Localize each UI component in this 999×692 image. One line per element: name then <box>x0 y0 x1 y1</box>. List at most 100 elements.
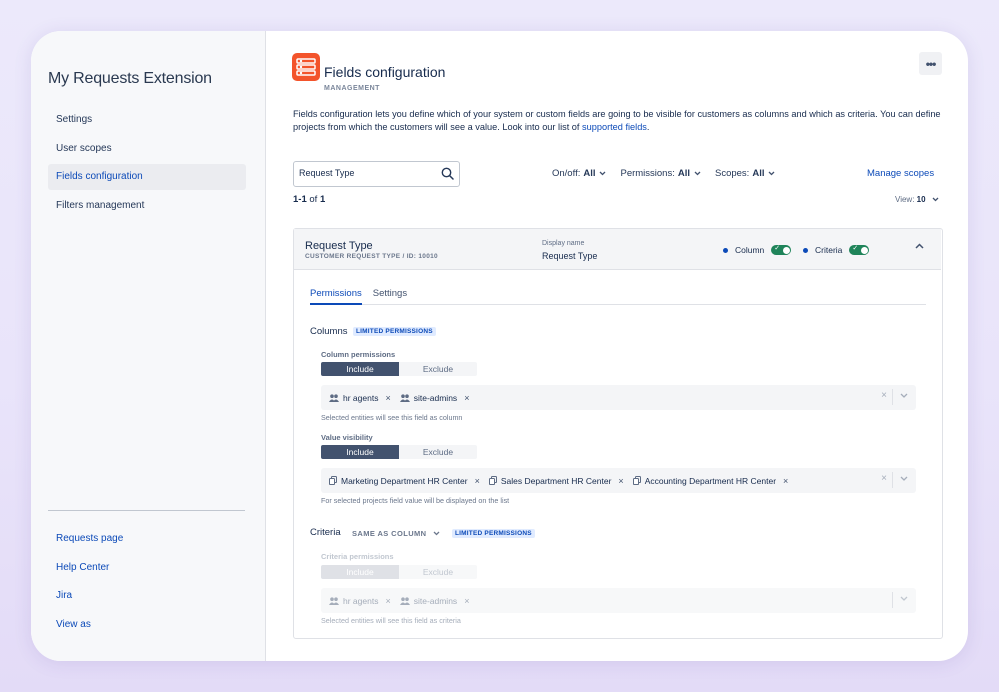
column-toggle-group: Column ✓ <box>723 245 792 255</box>
chevron-down-icon <box>433 529 440 538</box>
main-content: Fields configuration MANAGEMENT ••• Fiel… <box>267 31 968 661</box>
sidebar-item-user-scopes[interactable]: User scopes <box>48 136 246 162</box>
chevron-down-icon <box>599 169 606 178</box>
include-button: Include <box>321 565 399 579</box>
criteria-section-title: Criteria <box>310 527 341 538</box>
check-icon: ✓ <box>852 245 859 252</box>
group-chip: hr agents × <box>329 596 391 606</box>
column-permissions-label: Column permissions <box>321 350 396 359</box>
project-chip: Marketing Department HR Center × <box>329 476 480 486</box>
clear-icon[interactable]: × <box>881 473 887 484</box>
criteria-toggle[interactable]: ✓ <box>849 245 870 255</box>
remove-chip-icon[interactable]: × <box>783 476 788 486</box>
onoff-filter-value: All <box>583 168 596 179</box>
same-as-column-select[interactable]: SAME AS COLUMN <box>352 529 440 538</box>
chip-label: site-admins <box>413 595 458 606</box>
requests-page-link[interactable]: Requests page <box>48 525 246 554</box>
group-icon <box>399 596 410 605</box>
check-icon: ✓ <box>774 245 781 252</box>
select-separator <box>892 472 893 488</box>
copy-icon <box>329 476 337 485</box>
view-label: View: <box>895 195 915 204</box>
jira-link[interactable]: Jira <box>48 582 246 611</box>
scopes-filter-value: All <box>752 168 765 179</box>
clear-icon[interactable]: × <box>881 390 887 401</box>
manage-scopes-link[interactable]: Manage scopes <box>867 168 934 179</box>
chip-label: Marketing Department HR Center <box>341 475 468 486</box>
project-chip: Sales Department HR Center × <box>488 475 624 486</box>
onoff-filter-label: On/off: <box>552 168 581 179</box>
chevron-up-icon[interactable] <box>915 241 924 252</box>
results-range: 1-1 <box>293 194 307 205</box>
value-visibility-select[interactable]: Marketing Department HR Center × Sales D… <box>321 468 916 493</box>
page-title: Fields configuration <box>324 64 446 80</box>
value-visibility-label: Value visibility <box>321 433 373 442</box>
sidebar-divider <box>48 510 245 511</box>
status-dot <box>723 247 728 253</box>
more-icon: ••• <box>925 56 937 71</box>
column-toggle[interactable]: ✓ <box>771 245 792 255</box>
list-settings-icon <box>292 53 320 81</box>
chip-label: hr agents <box>343 392 379 403</box>
column-permissions-help: Selected entities will see this field as… <box>321 413 463 422</box>
chip-label: Accounting Department HR Center <box>644 475 777 486</box>
chip-label: hr agents <box>343 595 379 606</box>
supported-fields-link[interactable]: supported fields <box>582 122 647 132</box>
remove-chip-icon: × <box>385 595 391 606</box>
sidebar-nav: Settings User scopes Fields configuratio… <box>48 107 246 221</box>
group-chip: site-admins × <box>399 393 469 403</box>
field-name: Request Type <box>305 240 373 252</box>
tab-permissions[interactable]: Permissions <box>310 288 362 305</box>
search-icon[interactable] <box>441 167 454 185</box>
columns-section-title: Columns <box>310 326 348 337</box>
sidebar-item-settings[interactable]: Settings <box>48 107 246 133</box>
status-dot <box>803 247 808 253</box>
search-input[interactable] <box>294 162 429 184</box>
field-meta: CUSTOMER REQUEST TYPE / ID: 10010 <box>305 253 438 260</box>
onoff-filter[interactable]: On/off: All <box>552 168 606 179</box>
project-chip: Accounting Department HR Center × <box>632 475 788 486</box>
group-icon <box>329 393 339 402</box>
search-field[interactable] <box>293 161 460 187</box>
criteria-permissions-badge: LIMITED PERMISSIONS <box>452 529 535 538</box>
permissions-filter[interactable]: Permissions: All <box>620 168 701 179</box>
remove-chip-icon[interactable]: × <box>385 393 390 403</box>
view-as-link[interactable]: View as <box>48 611 246 640</box>
field-card-header[interactable]: Request Type CUSTOMER REQUEST TYPE / ID:… <box>294 229 941 270</box>
remove-chip-icon[interactable]: × <box>475 476 480 486</box>
exclude-button[interactable]: Exclude <box>399 362 477 376</box>
page-size-select[interactable]: View: 10 <box>895 195 939 204</box>
help-center-link[interactable]: Help Center <box>48 554 246 583</box>
select-separator <box>892 389 893 405</box>
columns-permissions-badge: LIMITED PERMISSIONS <box>353 327 436 336</box>
value-visibility-help: For selected projects field value will b… <box>321 496 510 505</box>
permissions-filter-value: All <box>677 168 690 179</box>
more-actions-button[interactable]: ••• <box>919 52 942 75</box>
tab-settings[interactable]: Settings <box>373 288 407 305</box>
remove-chip-icon[interactable]: × <box>618 476 623 486</box>
app-window: My Requests Extension Settings User scop… <box>31 31 968 661</box>
group-chip: hr agents × <box>329 393 391 403</box>
include-button[interactable]: Include <box>321 362 399 376</box>
criteria-permissions-select: hr agents × site-admins × <box>321 588 916 613</box>
sidebar-item-filters-management[interactable]: Filters management <box>48 193 246 219</box>
same-as-column-label: SAME AS COLUMN <box>352 529 427 538</box>
field-card: Request Type CUSTOMER REQUEST TYPE / ID:… <box>293 228 943 639</box>
remove-chip-icon[interactable]: × <box>464 393 469 403</box>
chevron-down-icon <box>932 195 939 204</box>
copy-icon <box>488 476 497 485</box>
sidebar: My Requests Extension Settings User scop… <box>31 31 266 661</box>
chevron-down-icon[interactable] <box>900 473 908 483</box>
chip-label: Sales Department HR Center <box>500 475 612 486</box>
include-button[interactable]: Include <box>321 445 399 459</box>
column-permissions-select[interactable]: hr agents × site-admins × × <box>321 385 916 410</box>
results-count: 1-1 of 1 <box>293 194 325 205</box>
permissions-filter-label: Permissions: <box>620 168 675 179</box>
scopes-filter[interactable]: Scopes: All <box>715 168 775 179</box>
sidebar-item-fields-configuration[interactable]: Fields configuration <box>48 164 246 190</box>
exclude-button[interactable]: Exclude <box>399 445 477 459</box>
chevron-down-icon[interactable] <box>900 390 908 400</box>
page-subtitle: MANAGEMENT <box>324 85 380 92</box>
value-visibility-segmented: Include Exclude <box>321 445 477 459</box>
display-name-value: Request Type <box>542 251 598 261</box>
